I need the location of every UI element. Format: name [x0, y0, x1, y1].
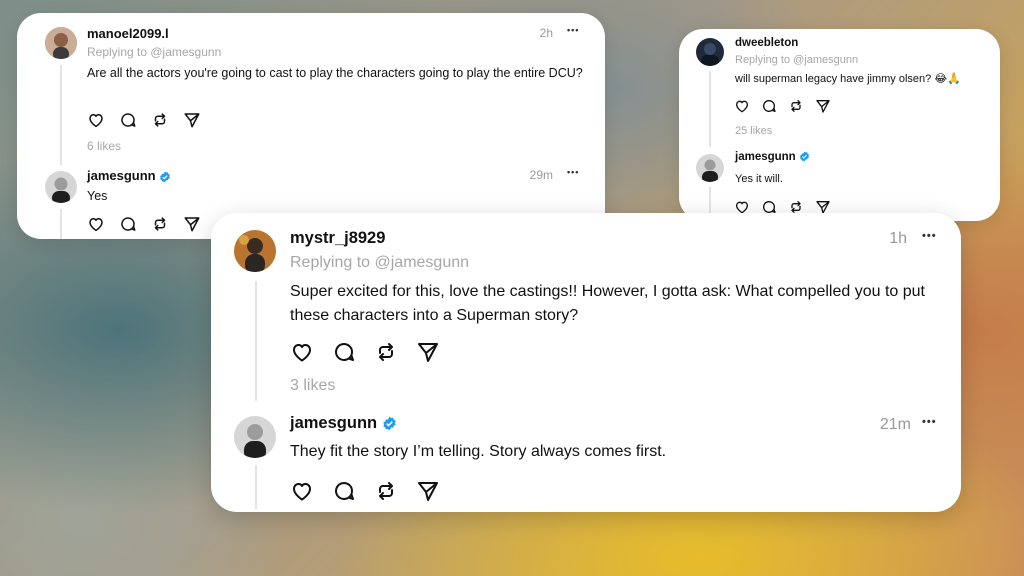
- share-icon[interactable]: [183, 215, 201, 233]
- post-text: Are all the actors you're going to cast …: [87, 66, 583, 80]
- heart-icon[interactable]: [290, 479, 314, 503]
- reply-text: Yes it will.: [735, 173, 783, 185]
- post-text: will superman legacy have jimmy olsen? 😂…: [735, 73, 961, 85]
- thread-line: [60, 65, 62, 165]
- comment-icon[interactable]: [332, 479, 356, 503]
- share-icon[interactable]: [815, 98, 831, 114]
- post-username[interactable]: manoel2099.l: [87, 26, 169, 41]
- replying-to: Replying to @jamesgunn: [735, 54, 859, 66]
- comment-icon[interactable]: [119, 111, 137, 129]
- repost-icon[interactable]: [151, 215, 169, 233]
- share-icon[interactable]: [416, 340, 440, 364]
- reply-time: 21m: [879, 416, 911, 433]
- post-time: 1h: [889, 230, 907, 247]
- thread-card-1: manoel2099.l Replying to @jamesgunn 2h •…: [17, 13, 605, 239]
- repost-icon[interactable]: [374, 340, 398, 364]
- thread-line: [255, 465, 257, 509]
- replying-to: Replying to @jamesgunn: [290, 254, 470, 271]
- verified-badge-icon: [159, 171, 171, 183]
- more-options-button[interactable]: •••: [567, 25, 579, 35]
- reply-username[interactable]: jamesgunn: [87, 168, 171, 183]
- thread-line: [255, 281, 257, 401]
- post-username[interactable]: dweebleton: [735, 37, 798, 49]
- thread-line: [60, 209, 62, 239]
- heart-icon[interactable]: [87, 111, 105, 129]
- thread-line: [709, 71, 711, 147]
- reply-text: Yes: [87, 189, 108, 203]
- post-actions: [734, 98, 831, 114]
- reply-username-label: jamesgunn: [87, 168, 156, 183]
- more-options-button[interactable]: •••: [922, 230, 937, 242]
- avatar[interactable]: [45, 171, 77, 203]
- likes-count[interactable]: 3 likes: [290, 377, 335, 395]
- avatar[interactable]: [696, 154, 724, 182]
- verified-badge-icon: [799, 151, 810, 163]
- thread-card-2: dweebleton Replying to @jamesgunn will s…: [679, 29, 1000, 221]
- likes-count[interactable]: 25 likes: [735, 125, 772, 137]
- avatar[interactable]: [45, 27, 77, 59]
- post-username[interactable]: mystr_j8929: [290, 229, 385, 248]
- avatar[interactable]: [234, 230, 276, 272]
- comment-icon[interactable]: [761, 98, 777, 114]
- repost-icon[interactable]: [151, 111, 169, 129]
- reply-username[interactable]: jamesgunn: [735, 151, 810, 163]
- replying-to: Replying to @jamesgunn: [87, 45, 222, 59]
- more-options-button[interactable]: •••: [922, 416, 937, 428]
- more-options-button[interactable]: •••: [567, 167, 579, 177]
- share-icon[interactable]: [183, 111, 201, 129]
- reply-username[interactable]: jamesgunn: [290, 414, 397, 433]
- repost-icon[interactable]: [788, 98, 804, 114]
- heart-icon[interactable]: [87, 215, 105, 233]
- post-actions: [290, 340, 440, 364]
- comment-icon[interactable]: [119, 215, 137, 233]
- reply-actions: [290, 479, 440, 503]
- thread-card-3: mystr_j8929 Replying to @jamesgunn 1h ••…: [211, 213, 961, 512]
- post-actions: [87, 111, 201, 129]
- reply-actions: [87, 215, 201, 233]
- comment-icon[interactable]: [332, 340, 356, 364]
- verified-badge-icon: [382, 416, 397, 431]
- heart-icon[interactable]: [734, 98, 750, 114]
- post-time: 2h: [539, 26, 553, 40]
- reply-username-label: jamesgunn: [290, 414, 378, 432]
- avatar[interactable]: [696, 38, 724, 66]
- heart-icon[interactable]: [290, 340, 314, 364]
- reply-text: They fit the story I’m telling. Story al…: [290, 443, 667, 460]
- avatar[interactable]: [234, 416, 276, 458]
- likes-count[interactable]: 6 likes: [87, 139, 121, 153]
- reply-username-label: jamesgunn: [735, 151, 796, 163]
- repost-icon[interactable]: [374, 479, 398, 503]
- reply-time: 29m: [529, 168, 553, 182]
- share-icon[interactable]: [416, 479, 440, 503]
- post-text: Super excited for this, love the casting…: [290, 283, 925, 324]
